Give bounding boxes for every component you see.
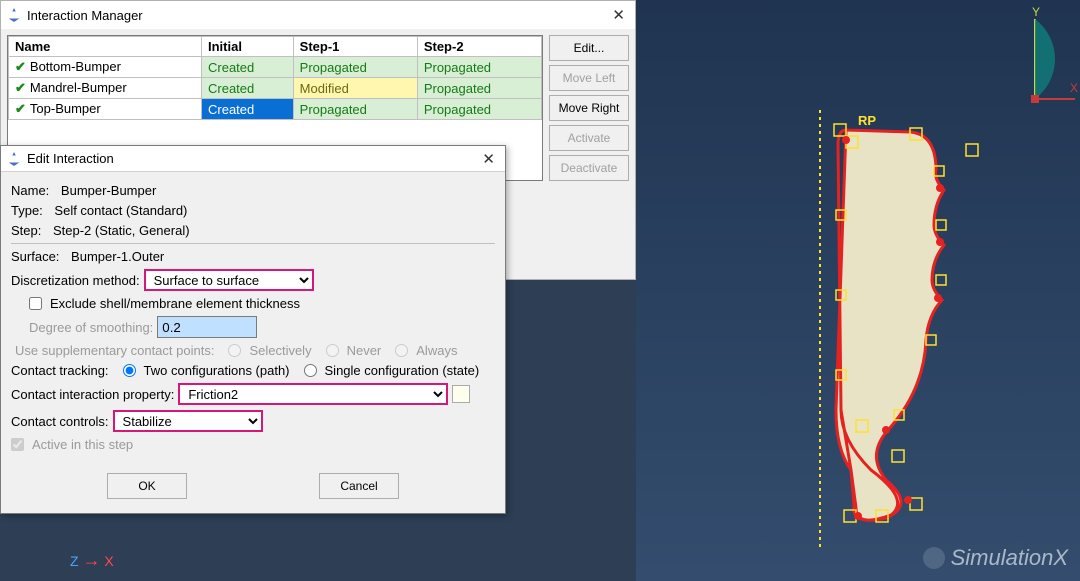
name-label: Name: xyxy=(11,183,49,198)
table-row[interactable]: ✔Top-BumperCreatedPropagatedPropagated xyxy=(9,99,542,120)
axes-indicator: Z → X xyxy=(70,550,114,571)
supp-always-radio xyxy=(395,344,408,357)
col-step2[interactable]: Step-2 xyxy=(417,37,541,57)
track-two-radio[interactable] xyxy=(123,364,136,377)
ok-button[interactable]: OK xyxy=(107,473,187,499)
x-axis-label: X xyxy=(1070,81,1078,95)
mgr-titlebar[interactable]: Interaction Manager ✕ xyxy=(1,1,635,29)
prop-label: Contact interaction property: xyxy=(11,387,174,402)
edit-interaction-dialog: Edit Interaction ✕ Name: Bumper-Bumper T… xyxy=(0,145,506,514)
supp-selectively-radio xyxy=(228,344,241,357)
close-icon[interactable]: ✕ xyxy=(608,6,629,24)
track-single-radio[interactable] xyxy=(304,364,317,377)
arrow-right-icon: → xyxy=(82,550,100,570)
y-axis-label: Y xyxy=(1032,5,1040,19)
disc-label: Discretization method: xyxy=(11,273,140,288)
interaction-property-select[interactable]: Friction2 xyxy=(178,383,448,405)
supp-label: Use supplementary contact points: xyxy=(15,343,214,358)
surface-label: Surface: xyxy=(11,249,59,264)
surface-value: Bumper-1.Outer xyxy=(71,249,164,264)
rp-label: RP xyxy=(858,113,876,128)
table-row[interactable]: ✔Bottom-BumperCreatedPropagatedPropagate… xyxy=(9,57,542,78)
exclude-thickness-checkbox[interactable] xyxy=(29,297,42,310)
cancel-button[interactable]: Cancel xyxy=(319,473,399,499)
col-initial[interactable]: Initial xyxy=(202,37,294,57)
name-value: Bumper-Bumper xyxy=(61,183,156,198)
table-row[interactable]: ✔Mandrel-BumperCreatedModifiedPropagated xyxy=(9,78,542,99)
wechat-icon xyxy=(923,547,945,569)
view-triad: Y X xyxy=(990,4,1080,104)
contact-controls-select[interactable]: Stabilize xyxy=(113,410,263,432)
col-name[interactable]: Name xyxy=(9,37,202,57)
viewport[interactable]: Y X RP xyxy=(636,0,1080,581)
dlg-title-text: Edit Interaction xyxy=(27,151,114,166)
activate-button: Activate xyxy=(549,125,629,151)
app-icon xyxy=(7,152,21,166)
deactivate-button: Deactivate xyxy=(549,155,629,181)
z-axis-label: Z xyxy=(70,553,79,569)
dlg-titlebar[interactable]: Edit Interaction ✕ xyxy=(1,146,505,172)
type-label: Type: xyxy=(11,203,43,218)
model-shape: RP xyxy=(816,110,986,550)
exclude-thickness-label: Exclude shell/membrane element thickness xyxy=(50,296,300,311)
disc-method-select[interactable]: Surface to surface xyxy=(144,269,314,291)
ctl-label: Contact controls: xyxy=(11,414,109,429)
move-left-button: Move Left xyxy=(549,65,629,91)
smoothing-label: Degree of smoothing: xyxy=(29,320,153,335)
step-value: Step-2 (Static, General) xyxy=(53,223,190,238)
x-axis-label: X xyxy=(104,553,113,569)
track-label: Contact tracking: xyxy=(11,363,109,378)
create-property-icon[interactable] xyxy=(452,385,470,403)
active-in-step-label: Active in this step xyxy=(32,437,133,452)
mgr-title-text: Interaction Manager xyxy=(27,8,143,23)
move-right-button[interactable]: Move Right xyxy=(549,95,629,121)
active-in-step-checkbox xyxy=(11,438,24,451)
edit-button[interactable]: Edit... xyxy=(549,35,629,61)
app-icon xyxy=(7,8,21,22)
supp-never-radio xyxy=(326,344,339,357)
close-icon[interactable]: ✕ xyxy=(478,150,499,168)
col-step1[interactable]: Step-1 xyxy=(293,37,417,57)
smoothing-input[interactable] xyxy=(157,316,257,338)
watermark: SimulationX xyxy=(923,545,1068,571)
type-value: Self contact (Standard) xyxy=(54,203,187,218)
mgr-button-column: Edit... Move Left Move Right Activate De… xyxy=(549,35,629,181)
step-label: Step: xyxy=(11,223,41,238)
